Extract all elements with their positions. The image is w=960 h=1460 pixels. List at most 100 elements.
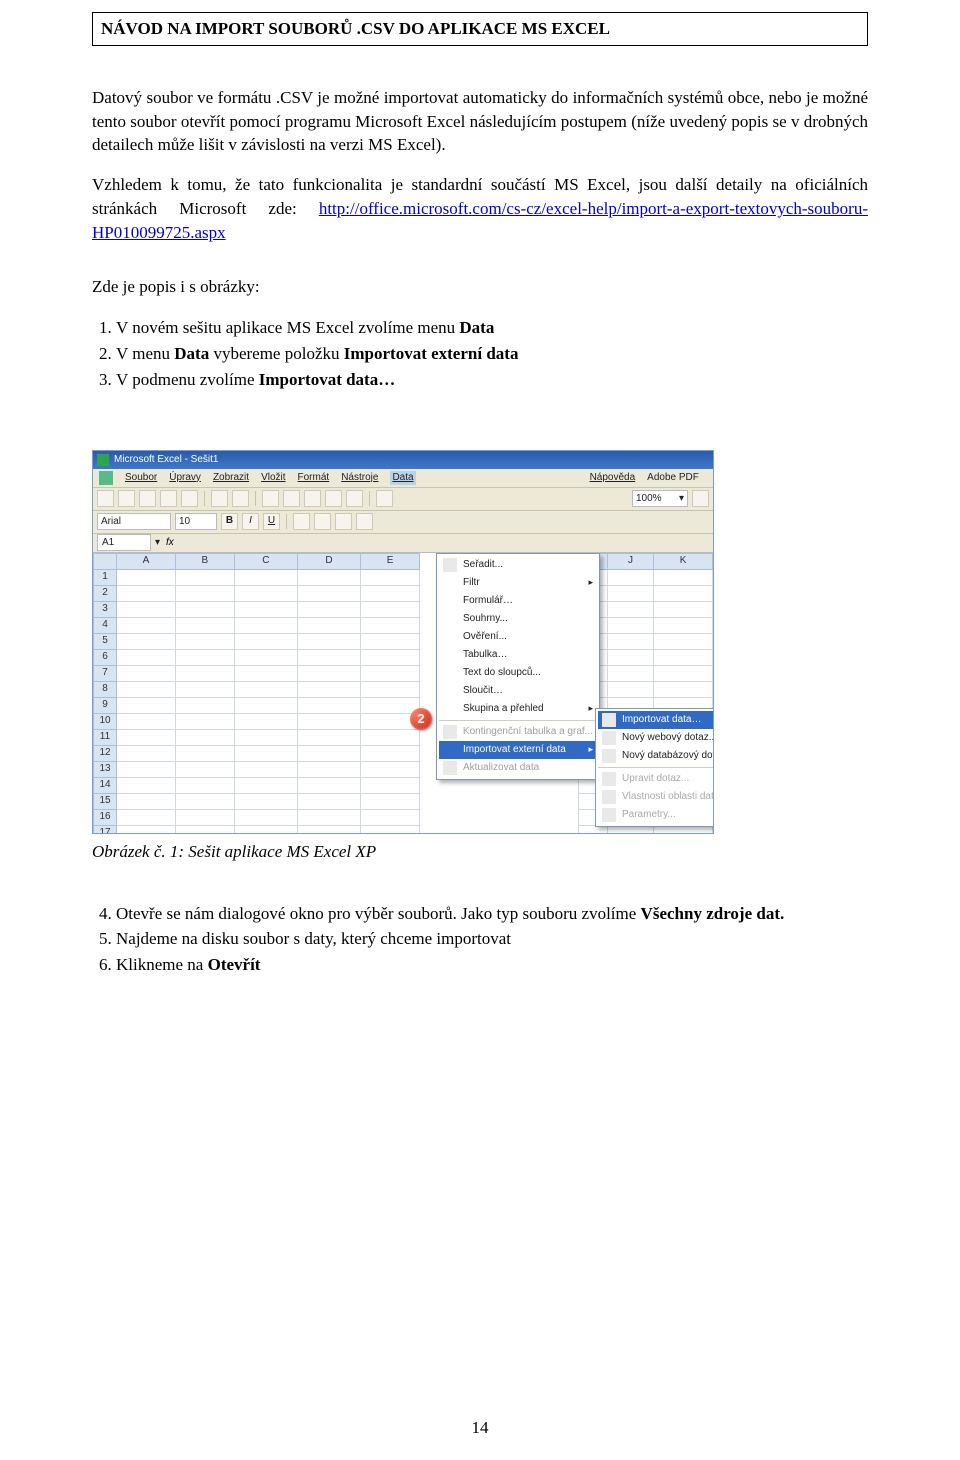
italic-button[interactable]: I [242, 513, 259, 530]
menu-item-aktualizovat: Aktualizovat data [439, 759, 597, 777]
fx-label: fx [166, 536, 174, 550]
toolbar-button[interactable] [181, 490, 198, 507]
submenu-novy-db[interactable]: Nový databázový dotaz... [598, 747, 713, 765]
steps-list-2: Otevře se nám dialogové okno pro výběr s… [116, 902, 868, 977]
row-header[interactable]: 8 [94, 681, 117, 697]
toolbar-button[interactable] [139, 490, 156, 507]
col-header[interactable]: J [608, 553, 654, 569]
row-header[interactable]: 10 [94, 713, 117, 729]
excel-titlebar: Microsoft Excel - Sešit1 [93, 451, 713, 469]
excel-toolbar-formatting: Arial 10 B I U [93, 511, 713, 534]
row-header[interactable]: 9 [94, 697, 117, 713]
col-header[interactable]: C [234, 553, 297, 569]
menu-upravy[interactable]: Úpravy [169, 471, 201, 485]
col-header[interactable]: A [117, 553, 176, 569]
import-icon [602, 713, 616, 727]
menu-item-sloucit[interactable]: Sloučit… [439, 682, 597, 700]
merge-button[interactable] [356, 513, 373, 530]
chevron-down-icon: ▾ [155, 536, 160, 550]
menu-soubor[interactable]: Soubor [125, 471, 157, 485]
toolbar-button[interactable] [211, 490, 228, 507]
row-header[interactable]: 13 [94, 761, 117, 777]
toolbar-button[interactable] [97, 490, 114, 507]
font-size-select[interactable]: 10 [175, 513, 217, 530]
chevron-down-icon: ▾ [679, 492, 684, 506]
page-number: 14 [0, 1416, 960, 1440]
row-header[interactable]: 14 [94, 777, 117, 793]
window-icon [99, 471, 113, 485]
menu-item-filtr[interactable]: Filtr▸ [439, 574, 597, 592]
menu-item-formular[interactable]: Formulář… [439, 592, 597, 610]
bold-button[interactable]: B [221, 513, 238, 530]
underline-button[interactable]: U [263, 513, 280, 530]
align-left-button[interactable] [293, 513, 310, 530]
db-icon [602, 749, 616, 763]
row-header[interactable]: 12 [94, 745, 117, 761]
excel-screenshot: Microsoft Excel - Sešit1 Soubor Úpravy Z… [92, 450, 714, 834]
menu-adobe[interactable]: Adobe PDF [647, 471, 699, 485]
menu-format[interactable]: Formát [298, 471, 330, 485]
excel-menubar: Soubor Úpravy Zobrazit Vložit Formát Nás… [93, 469, 713, 488]
toolbar-button[interactable] [118, 490, 135, 507]
blank-icon [443, 576, 457, 590]
row-header[interactable]: 7 [94, 665, 117, 681]
font-select[interactable]: Arial [97, 513, 171, 530]
blank-icon [443, 630, 457, 644]
select-all-corner[interactable] [94, 553, 117, 569]
submenu-novy-webovy[interactable]: Nový webový dotaz... [598, 729, 713, 747]
align-right-button[interactable] [335, 513, 352, 530]
toolbar-button[interactable] [304, 490, 321, 507]
menu-data[interactable]: Data [390, 471, 415, 485]
submenu-parametry: Parametry... [598, 806, 713, 824]
submenu-upravit-dotaz: Upravit dotaz... [598, 770, 713, 788]
toolbar-button[interactable] [346, 490, 363, 507]
row-header[interactable]: 3 [94, 601, 117, 617]
row-header[interactable]: 5 [94, 633, 117, 649]
menu-item-tabulka[interactable]: Tabulka… [439, 646, 597, 664]
toolbar-button[interactable] [283, 490, 300, 507]
chevron-right-icon: ▸ [588, 743, 593, 756]
chevron-right-icon: ▸ [588, 576, 593, 589]
toolbar-button[interactable] [692, 490, 709, 507]
menu-zobrazit[interactable]: Zobrazit [213, 471, 249, 485]
menu-item-text-do-sloupcu[interactable]: Text do sloupců... [439, 664, 597, 682]
toolbar-button[interactable] [325, 490, 342, 507]
badge-2: 2 [410, 708, 432, 730]
popis-heading: Zde je popis i s obrázky: [92, 275, 868, 299]
toolbar-button[interactable] [160, 490, 177, 507]
col-header[interactable]: D [297, 553, 360, 569]
col-header[interactable]: B [175, 553, 234, 569]
menu-item-seradit[interactable]: Seřadit... [439, 556, 597, 574]
menu-item-skupina[interactable]: Skupina a přehled▸ [439, 700, 597, 718]
row-header[interactable]: 2 [94, 585, 117, 601]
zoom-select[interactable]: 100%▾ [632, 490, 688, 507]
list-item: Otevře se nám dialogové okno pro výběr s… [116, 902, 868, 926]
col-header[interactable]: K [654, 553, 713, 569]
menu-item-kontingencni[interactable]: Kontingenční tabulka a graf... [439, 723, 597, 741]
row-header[interactable]: 16 [94, 809, 117, 825]
row-header[interactable]: 17 [94, 825, 117, 833]
toolbar-button[interactable] [232, 490, 249, 507]
menu-napoveda[interactable]: Nápověda [590, 471, 636, 485]
align-center-button[interactable] [314, 513, 331, 530]
blank-icon [443, 594, 457, 608]
submenu-vlastnosti: Vlastnosti oblasti dat... [598, 788, 713, 806]
menu-item-overeni[interactable]: Ověření... [439, 628, 597, 646]
submenu-importovat-data[interactable]: Importovat data… [598, 711, 713, 729]
row-header[interactable]: 15 [94, 793, 117, 809]
toolbar-button[interactable] [376, 490, 393, 507]
excel-toolbar-standard: 100%▾ [93, 488, 713, 511]
col-header[interactable]: E [361, 553, 420, 569]
row-header[interactable]: 11 [94, 729, 117, 745]
row-header[interactable]: 4 [94, 617, 117, 633]
row-header[interactable]: 1 [94, 569, 117, 585]
menu-nastroje[interactable]: Nástroje [341, 471, 378, 485]
blank-icon [443, 612, 457, 626]
menu-item-importovat-externi[interactable]: Importovat externí data▸ [439, 741, 597, 759]
name-box[interactable]: A1 [97, 534, 151, 551]
menu-item-souhrny[interactable]: Souhrny... [439, 610, 597, 628]
toolbar-button[interactable] [262, 490, 279, 507]
row-header[interactable]: 6 [94, 649, 117, 665]
menu-vlozit[interactable]: Vložit [261, 471, 285, 485]
list-item: V podmenu zvolíme Importovat data… [116, 368, 868, 392]
